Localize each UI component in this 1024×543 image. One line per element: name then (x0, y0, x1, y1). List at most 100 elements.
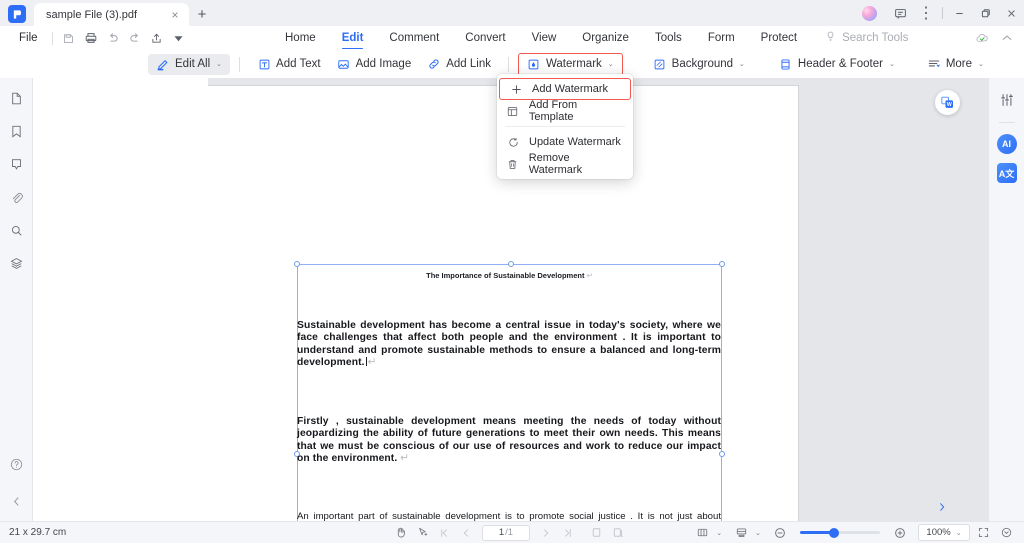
minimize-button[interactable] (946, 0, 972, 26)
tab-strip: sample File (3).pdf × + (34, 0, 215, 26)
close-button[interactable] (998, 0, 1024, 26)
background-button[interactable]: Background ⌄ (645, 54, 753, 75)
help-icon[interactable] (5, 453, 28, 476)
add-image-label: Add Image (355, 58, 412, 70)
text-block-selection-frame[interactable] (294, 261, 725, 521)
document-paragraph-1[interactable]: Sustainable development has become a cen… (297, 320, 721, 370)
chevron-down-icon[interactable]: ⌄ (716, 529, 722, 537)
share-icon[interactable] (146, 27, 168, 49)
page-number-input[interactable]: 1 /1 (482, 524, 530, 541)
search-tools-icon (824, 30, 837, 46)
resize-handle-top-center[interactable] (508, 261, 514, 267)
tab-home[interactable]: Home (272, 26, 329, 50)
convert-to-word-button[interactable]: W (935, 90, 960, 115)
menu-item-add-from-template[interactable]: Add From Template (497, 99, 633, 123)
add-image-button[interactable]: Add Image (329, 54, 420, 75)
redo-icon[interactable] (124, 27, 146, 49)
attachment-icon[interactable] (5, 186, 28, 209)
chevron-down-icon[interactable]: ⌄ (755, 529, 761, 537)
last-page-button[interactable] (558, 524, 578, 542)
customize-icon[interactable] (168, 27, 190, 49)
menu-item-label: Add Watermark (532, 83, 609, 95)
view-mode-button[interactable] (692, 524, 712, 542)
zoom-slider-knob[interactable] (828, 527, 839, 538)
resize-handle-top-right[interactable] (719, 261, 725, 267)
left-rail (0, 78, 33, 521)
sliders-icon[interactable] (995, 88, 1018, 111)
new-tab-button[interactable]: + (189, 3, 215, 26)
single-page-view-button[interactable] (586, 524, 606, 542)
tab-edit[interactable]: Edit (329, 26, 377, 50)
fit-page-button[interactable] (973, 524, 993, 542)
first-page-button[interactable] (434, 524, 454, 542)
header-footer-button[interactable]: Header & Footer ⌄ (771, 54, 903, 75)
layers-icon[interactable] (5, 252, 28, 275)
zoom-out-button[interactable] (770, 524, 790, 542)
edit-all-label: Edit All (175, 58, 211, 70)
document-tab[interactable]: sample File (3).pdf × (34, 3, 189, 26)
edit-all-button[interactable]: Edit All ⌄ (148, 53, 231, 75)
pilcrow-mark: ↵ (400, 453, 409, 465)
chevron-up-icon[interactable] (996, 27, 1018, 49)
watermark-label: Watermark (545, 58, 602, 70)
file-menu-button[interactable]: File (10, 32, 47, 44)
more-view-options-button[interactable] (996, 524, 1016, 542)
close-tab-icon[interactable]: × (167, 7, 183, 23)
zoom-level-select[interactable]: 100% ⌄ (918, 524, 970, 541)
ai-translate-icon[interactable]: A文 (996, 163, 1017, 183)
ai-orb-icon[interactable] (862, 5, 877, 21)
bookmark-icon[interactable] (5, 120, 28, 143)
add-text-button[interactable]: Add Text (249, 54, 329, 75)
add-link-button[interactable]: Add Link (419, 54, 499, 75)
status-bar: 21 x 29.7 cm 1 /1 ⌄ ⌄ 100% ⌄ (0, 521, 1024, 543)
facing-page-view-button[interactable] (608, 524, 628, 542)
tab-convert[interactable]: Convert (452, 26, 518, 50)
plus-icon (509, 82, 523, 96)
window-more-icon[interactable]: ⋮ (913, 0, 939, 26)
search-tools[interactable]: Search Tools (824, 30, 908, 46)
cloud-check-icon[interactable] (971, 27, 993, 49)
tab-form[interactable]: Form (695, 26, 748, 50)
title-bar: sample File (3).pdf × + ⋮ (0, 0, 1024, 26)
ai-assistant-icon[interactable]: AI (996, 134, 1017, 154)
menu-item-remove-watermark[interactable]: Remove Watermark (497, 152, 633, 176)
document-paragraph-3[interactable]: An important part of sustainable develop… (297, 511, 721, 521)
document-paragraph-2[interactable]: Firstly , sustainable development means … (297, 416, 721, 466)
chevron-down-icon: ⌄ (978, 61, 984, 68)
zoom-in-button[interactable] (890, 524, 910, 542)
feedback-icon[interactable] (887, 0, 913, 26)
add-text-label: Add Text (276, 58, 321, 70)
tab-tools[interactable]: Tools (642, 26, 695, 50)
save-icon[interactable] (58, 27, 80, 49)
prev-page-button[interactable] (456, 524, 476, 542)
watermark-button[interactable]: Watermark ⌄ (517, 52, 623, 76)
chevron-down-icon: ⌄ (216, 61, 223, 68)
page-navigation: 1 /1 (390, 524, 628, 542)
resize-handle-top-left[interactable] (294, 261, 300, 267)
menu-item-label: Add From Template (528, 99, 578, 123)
maximize-button[interactable] (972, 0, 998, 26)
scroll-mode-button[interactable] (731, 524, 751, 542)
menu-item-update-watermark[interactable]: Update Watermark (497, 131, 633, 153)
select-cursor-button[interactable] (412, 524, 432, 542)
tab-comment[interactable]: Comment (376, 26, 452, 50)
tab-view[interactable]: View (519, 26, 570, 50)
menu-bar: File Home Edit Comment Convert View Orga… (0, 26, 1024, 50)
thumbnails-icon[interactable] (5, 87, 28, 110)
undo-icon[interactable] (102, 27, 124, 49)
collapse-right-panel-button[interactable] (934, 499, 950, 515)
print-icon[interactable] (80, 27, 102, 49)
next-page-button[interactable] (536, 524, 556, 542)
tab-organize[interactable]: Organize (569, 26, 642, 50)
pilcrow-mark: ↵ (367, 357, 377, 369)
search-icon[interactable] (5, 219, 28, 242)
menu-item-add-watermark[interactable]: Add Watermark (499, 78, 631, 100)
zoom-slider[interactable] (800, 527, 880, 538)
collapse-left-panel-button[interactable] (5, 490, 28, 513)
tab-protect[interactable]: Protect (748, 26, 810, 50)
comment-icon[interactable] (5, 153, 28, 176)
ribbon-tabs: Home Edit Comment Convert View Organize … (272, 26, 908, 50)
left-side-panel (33, 78, 208, 521)
hand-tool-button[interactable] (390, 524, 410, 542)
more-tools-button[interactable]: More ⌄ (919, 54, 992, 75)
